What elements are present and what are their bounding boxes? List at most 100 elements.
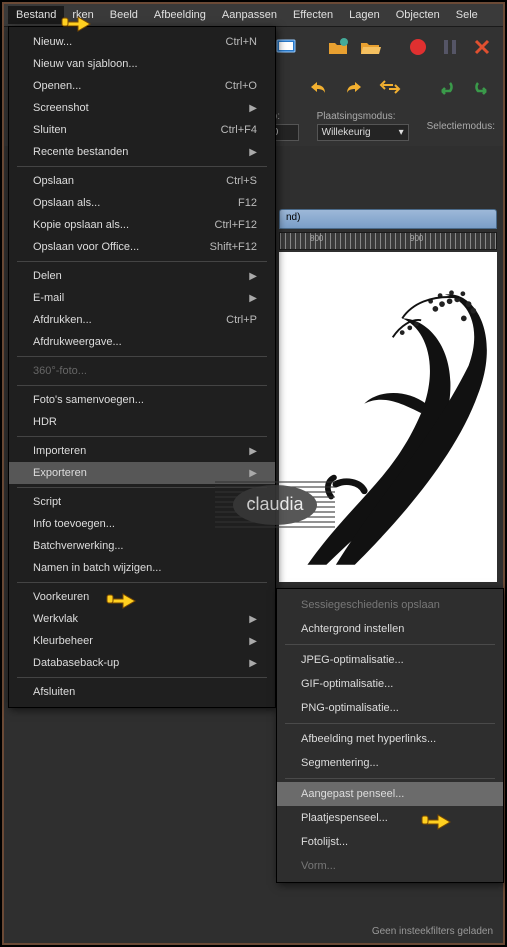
menu-item-label: Opslaan voor Office... (33, 241, 139, 253)
menu-item[interactable]: Openen...Ctrl+O (9, 75, 275, 97)
menu-item[interactable]: Namen in batch wijzigen... (9, 557, 275, 579)
menu-item[interactable]: HDR (9, 411, 275, 433)
menu-item[interactable]: Nieuw van sjabloon... (9, 53, 275, 75)
status-text: Geen insteekfilters geladen (372, 926, 493, 937)
menu-item[interactable]: Nieuw...Ctrl+N (9, 31, 275, 53)
svg-text:claudia: claudia (246, 494, 304, 514)
menu-shortcut: Shift+F12 (210, 241, 257, 253)
chevron-right-icon: ▶ (249, 446, 257, 457)
menu-item-label: Delen (33, 270, 62, 282)
selectie-option: Selectiemodus: (427, 121, 495, 132)
undo-icon[interactable] (305, 74, 331, 100)
submenu-item[interactable]: Achtergrond instellen (277, 617, 503, 641)
menu-bestand[interactable]: Bestand (8, 6, 64, 24)
menu-shortcut: Ctrl+S (226, 175, 257, 187)
menu-bewerken[interactable]: rken (64, 6, 101, 24)
chevron-right-icon: ▶ (249, 636, 257, 647)
menu-item[interactable]: OpslaanCtrl+S (9, 170, 275, 192)
submenu-item: Sessiegeschiedenis opslaan (277, 593, 503, 617)
menu-item-label: Werkvlak (33, 613, 78, 625)
menu-item-label: Kopie opslaan als... (33, 219, 129, 231)
menu-item[interactable]: Opslaan als...F12 (9, 192, 275, 214)
menu-separator (17, 677, 267, 678)
menu-item-label: Screenshot (33, 102, 89, 114)
menu-lagen[interactable]: Lagen (341, 6, 388, 24)
menu-item-label: HDR (33, 416, 57, 428)
redo-alt-icon[interactable] (469, 74, 495, 100)
menu-item-label: Kleurbeheer (33, 635, 93, 647)
chevron-right-icon: ▶ (249, 614, 257, 625)
menu-aanpassen[interactable]: Aanpassen (214, 6, 285, 24)
submenu-item[interactable]: Fotolijst... (277, 830, 503, 854)
submenu-item[interactable]: PNG-optimalisatie... (277, 696, 503, 720)
menu-effecten[interactable]: Effecten (285, 6, 341, 24)
chevron-right-icon: ▶ (249, 658, 257, 669)
menu-item-label: Importeren (33, 445, 86, 457)
menu-item[interactable]: Afdrukken...Ctrl+P (9, 309, 275, 331)
menu-shortcut: Ctrl+P (226, 314, 257, 326)
menu-item-label: Afsluiten (33, 686, 75, 698)
plaatsing-option: Plaatsingsmodus: Willekeurig ▾ (317, 111, 409, 141)
pause-icon[interactable] (437, 34, 463, 60)
menu-item[interactable]: Delen ▶ (9, 265, 275, 287)
plaatsing-select[interactable]: Willekeurig ▾ (317, 124, 409, 141)
menu-item[interactable]: Kopie opslaan als...Ctrl+F12 (9, 214, 275, 236)
submenu-item[interactable]: Aangepast penseel... (277, 782, 503, 806)
submenu-item[interactable]: JPEG-optimalisatie... (277, 648, 503, 672)
menu-item-label: Info toevoegen... (33, 518, 115, 530)
menu-separator (17, 436, 267, 437)
menu-item-label: 360°-foto... (33, 365, 87, 377)
menu-selecties[interactable]: Sele (448, 6, 486, 24)
menu-separator (17, 582, 267, 583)
menu-item[interactable]: Voorkeuren (9, 586, 275, 608)
menu-item[interactable]: Recente bestanden▶ (9, 141, 275, 163)
menu-separator (17, 385, 267, 386)
menu-item-label: Namen in batch wijzigen... (33, 562, 161, 574)
selectie-label: Selectiemodus: (427, 121, 495, 132)
menu-item[interactable]: E-mail▶ (9, 287, 275, 309)
menu-item[interactable]: Foto's samenvoegen... (9, 389, 275, 411)
menu-item[interactable]: Screenshot ▶ (9, 97, 275, 119)
menu-item-label: E-mail (33, 292, 64, 304)
submenu-item: Vorm... (277, 854, 503, 878)
menu-item-label: Opslaan als... (33, 197, 100, 209)
undo-alt-icon[interactable] (433, 74, 459, 100)
menu-item-label: Nieuw van sjabloon... (33, 58, 138, 70)
menu-separator (17, 261, 267, 262)
menu-item[interactable]: Databaseback-up ▶ (9, 652, 275, 674)
close-icon[interactable] (469, 34, 495, 60)
menu-item-label: Exporteren (33, 467, 87, 479)
menu-item[interactable]: Importeren ▶ (9, 440, 275, 462)
redo-icon[interactable] (341, 74, 367, 100)
menu-afbeelding[interactable]: Afbeelding (146, 6, 214, 24)
file-menu: Nieuw...Ctrl+N Nieuw van sjabloon... Opene… (8, 26, 276, 708)
menu-item[interactable]: Kleurbeheer ▶ (9, 630, 275, 652)
menu-item[interactable]: Werkvlak ▶ (9, 608, 275, 630)
submenu-item[interactable]: Segmentering... (277, 751, 503, 775)
screen-icon[interactable] (273, 34, 299, 60)
menu-item[interactable]: SluitenCtrl+F4 (9, 119, 275, 141)
menu-separator (17, 356, 267, 357)
chevron-right-icon: ▶ (249, 103, 257, 114)
swap-icon[interactable] (377, 74, 403, 100)
chevron-right-icon: ▶ (249, 271, 257, 282)
watermark: claudia (210, 470, 340, 540)
menu-item[interactable]: Afdrukweergave... (9, 331, 275, 353)
menu-objecten[interactable]: Objecten (388, 6, 448, 24)
folder-new-icon[interactable] (325, 34, 351, 60)
menu-shortcut: Ctrl+N (226, 36, 257, 48)
document-tab[interactable]: nd) (279, 209, 497, 229)
chevron-right-icon: ▶ (249, 147, 257, 158)
submenu-item[interactable]: GIF-optimalisatie... (277, 672, 503, 696)
plaatsing-label: Plaatsingsmodus: (317, 111, 409, 122)
menu-item[interactable]: Opslaan voor Office... Shift+F12 (9, 236, 275, 258)
menu-item-label: Databaseback-up (33, 657, 119, 669)
menu-item-label: Batchverwerking... (33, 540, 123, 552)
folder-open-icon[interactable] (357, 34, 383, 60)
submenu-item[interactable]: Plaatjespenseel... (277, 806, 503, 830)
menu-separator (285, 778, 495, 779)
menu-item[interactable]: Afsluiten (9, 681, 275, 703)
menu-beeld[interactable]: Beeld (102, 6, 146, 24)
submenu-item[interactable]: Afbeelding met hyperlinks... (277, 727, 503, 751)
record-icon[interactable] (405, 34, 431, 60)
